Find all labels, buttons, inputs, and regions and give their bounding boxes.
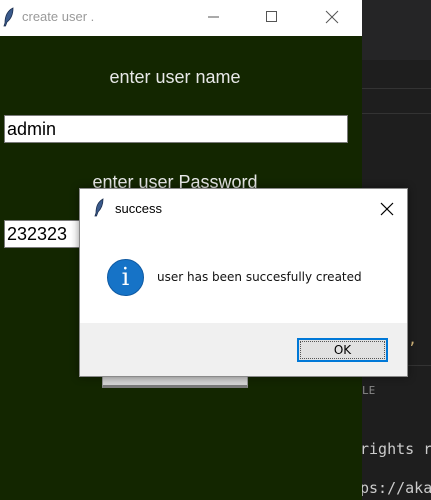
background-panel-tag: LE	[362, 384, 376, 397]
background-tabbar	[362, 0, 431, 60]
success-dialog: success i user has been succesfully crea…	[79, 188, 408, 377]
username-label: enter user name	[109, 67, 241, 87]
ok-button[interactable]: OK	[297, 338, 388, 362]
dialog-message: user has been succesfully created	[157, 270, 362, 284]
maximize-button[interactable]	[250, 0, 296, 36]
feather-icon	[94, 198, 104, 217]
background-comma: ,	[408, 330, 418, 348]
dialog-footer: OK	[80, 323, 407, 376]
window-titlebar: create user .	[0, 0, 362, 36]
dialog-close-button[interactable]	[368, 193, 404, 223]
dialog-titlebar: success	[80, 189, 407, 227]
info-icon: i	[107, 259, 144, 296]
background-divider	[362, 88, 431, 89]
dialog-title: success	[115, 201, 162, 216]
background-terminal-line: rights r	[360, 440, 431, 458]
background-divider	[362, 113, 431, 114]
close-icon	[325, 10, 339, 24]
window-title: create user .	[22, 9, 95, 24]
close-button[interactable]	[310, 0, 356, 36]
maximize-icon	[266, 11, 277, 22]
background-terminal-line: ps://aka	[360, 479, 431, 497]
minimize-button[interactable]	[192, 0, 238, 36]
username-input[interactable]: admin	[4, 115, 348, 143]
dialog-body: i user has been succesfully created	[80, 227, 407, 323]
close-icon	[380, 202, 394, 216]
feather-icon	[3, 7, 14, 27]
minimize-icon	[208, 16, 219, 18]
